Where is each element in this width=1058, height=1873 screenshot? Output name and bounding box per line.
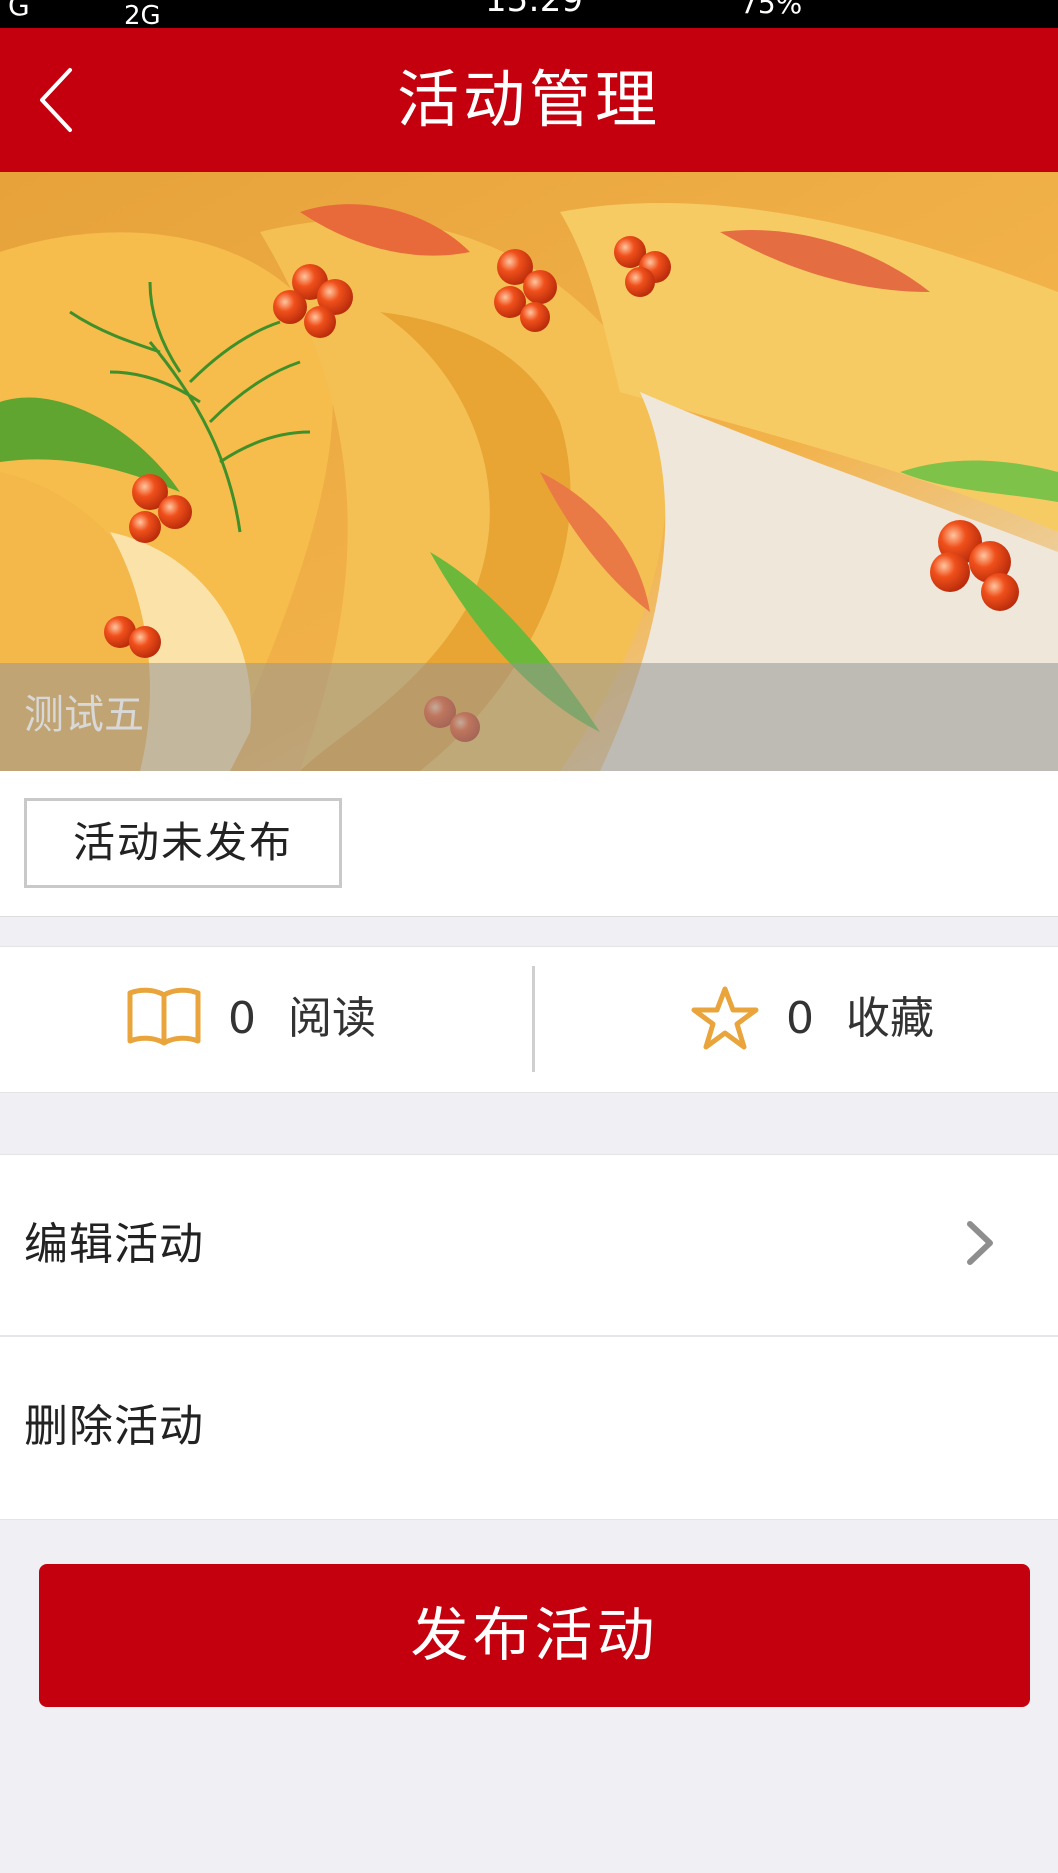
read-count: 0 bbox=[228, 993, 256, 1044]
chevron-right-icon bbox=[960, 1218, 1000, 1272]
status-bar: G 2G 15:29 75% bbox=[0, 0, 1058, 28]
star-icon bbox=[690, 985, 760, 1057]
network-type-label: 2G bbox=[124, 1, 161, 28]
clock: 15:29 bbox=[485, 0, 583, 20]
book-icon bbox=[126, 985, 202, 1055]
favorite-label: 收藏 bbox=[846, 993, 934, 1044]
publish-activity-button[interactable]: 发布活动 bbox=[39, 1564, 1030, 1707]
read-label: 阅读 bbox=[288, 993, 376, 1044]
activity-title: 测试五 bbox=[24, 692, 144, 738]
stats-divider bbox=[532, 966, 535, 1072]
signal-text: G bbox=[8, 0, 31, 22]
delete-activity-label: 删除活动 bbox=[24, 1401, 204, 1452]
page-title: 活动管理 bbox=[396, 63, 661, 136]
publish-status-badge: 活动未发布 bbox=[24, 798, 342, 888]
battery-text: 75% bbox=[740, 0, 803, 20]
edit-activity-label: 编辑活动 bbox=[24, 1219, 204, 1270]
caption-overlay bbox=[0, 663, 1058, 771]
favorite-count: 0 bbox=[786, 993, 814, 1044]
